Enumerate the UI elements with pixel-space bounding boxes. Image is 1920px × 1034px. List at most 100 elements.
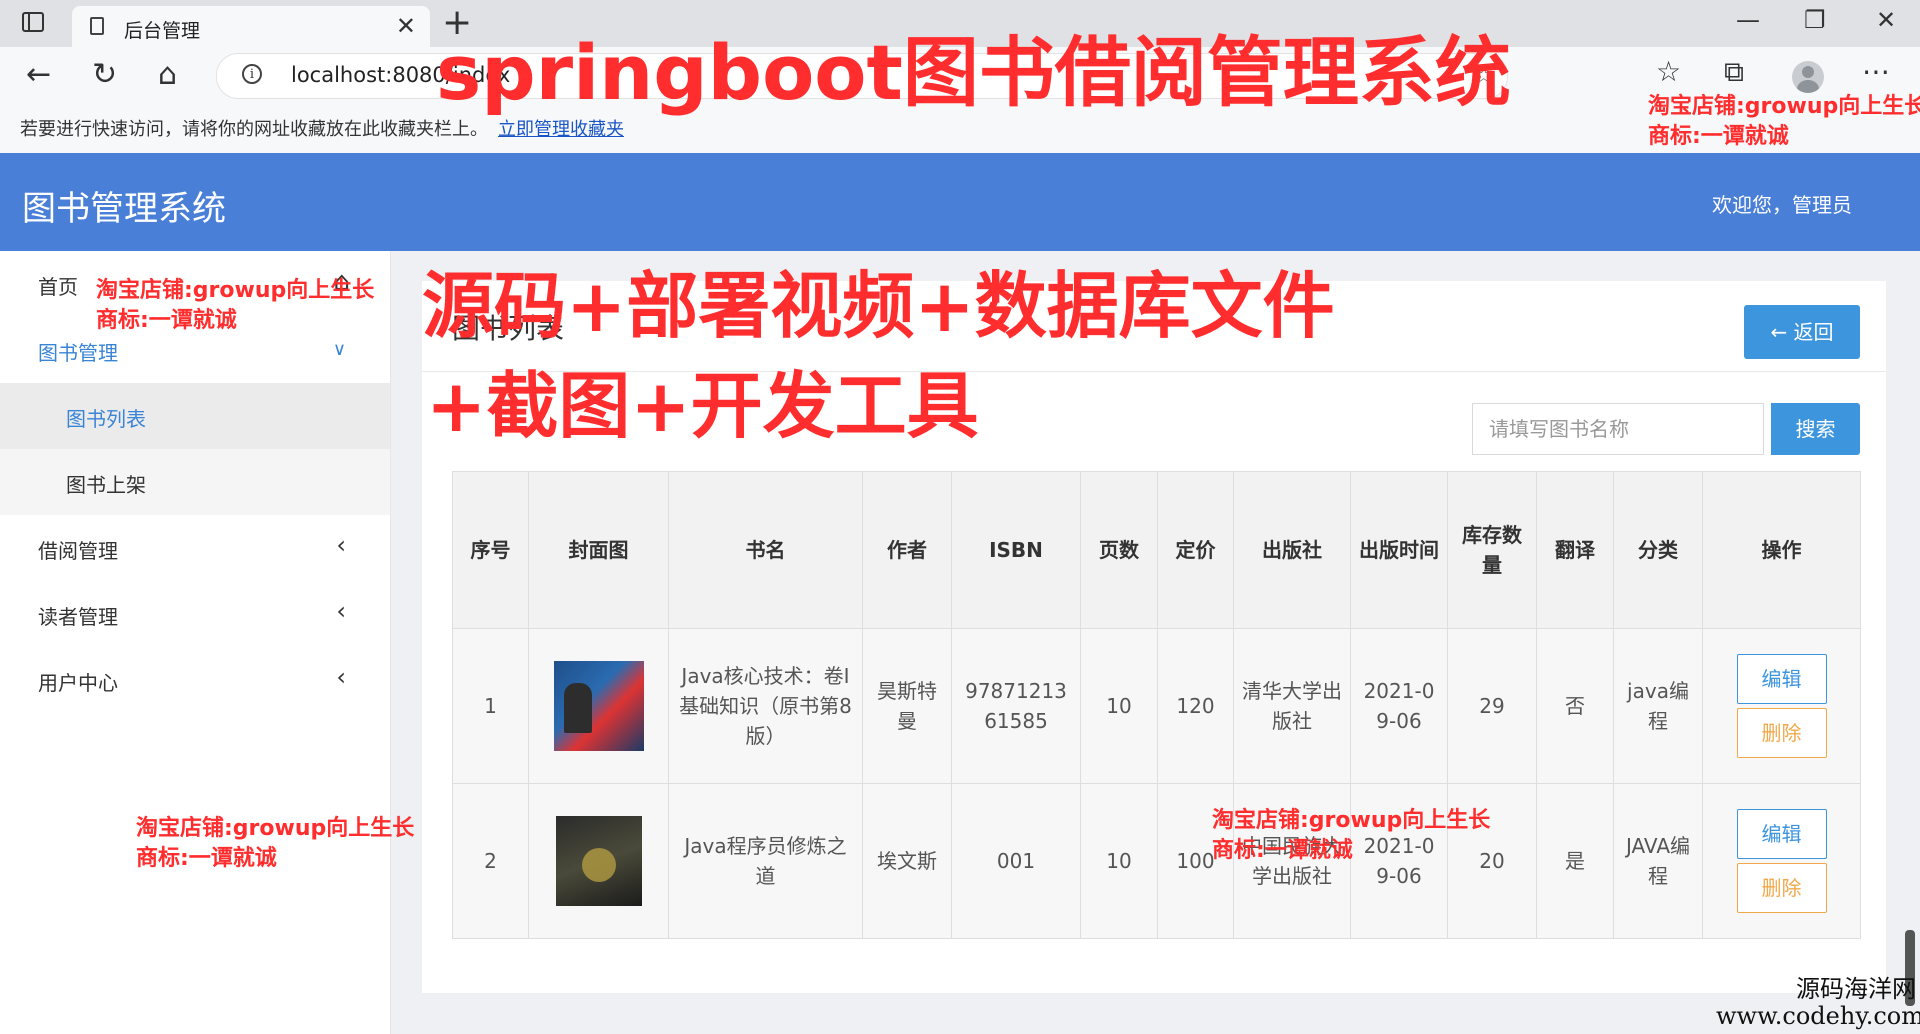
page-icon [90, 17, 104, 35]
cell-publish-date: 2021-09-06 [1350, 628, 1448, 784]
watermark-shop-text: 淘宝店铺:growup向上生长 [136, 816, 415, 841]
sidebar-item-label: 图书上架 [66, 473, 146, 497]
sidebar-item-book-list[interactable]: 图书列表 [0, 383, 390, 449]
book-name-search-input[interactable] [1472, 403, 1764, 455]
sidebar-item-borrow-management[interactable]: 借阅管理 ‹ [0, 515, 390, 581]
sidebar-item-label: 用户中心 [38, 671, 118, 695]
promo-overlay-line2: +截图+开发工具 [426, 364, 979, 448]
edit-button[interactable]: 编辑 [1736, 809, 1827, 859]
sidebar-item-user-center[interactable]: 用户中心 ‹ [0, 647, 390, 713]
close-tab-icon[interactable]: ✕ [396, 12, 416, 40]
delete-button[interactable]: 删除 [1736, 863, 1827, 913]
column-header: 定价 [1157, 471, 1234, 629]
column-header: 翻译 [1536, 471, 1614, 629]
sidebar-item-reader-management[interactable]: 读者管理 ‹ [0, 581, 390, 647]
app-header: 图书管理系统 欢迎您，管理员 [0, 153, 1920, 251]
favorites-icon[interactable]: ☆ [1656, 55, 1681, 88]
cell-author: 埃文斯 [862, 783, 952, 939]
cell-price: 120 [1157, 628, 1234, 784]
search-button[interactable]: 搜索 [1771, 403, 1860, 455]
cell-index: 2 [452, 783, 529, 939]
favorites-hint: 若要进行快速访问，请将你的网址收藏放在此收藏夹栏上。 [20, 119, 488, 140]
watermark-brand-text: 商标:一谭就诚 [96, 308, 237, 333]
book-table: 序号 封面图 书名 作者 ISBN 页数 定价 出版社 出版时间 库存数量 翻译… [452, 471, 1861, 939]
site-info-icon[interactable]: i [242, 64, 262, 84]
tab-title: 后台管理 [124, 20, 201, 42]
watermark-shop: 淘宝店铺:growup向上生长 商标:一谭就诚 [1212, 806, 1490, 866]
site-name: 源码海洋网 [1796, 975, 1916, 1003]
headline-overlay: springboot图书借阅管理系统 [436, 28, 1511, 117]
cell-cover [528, 628, 669, 784]
watermark-brand-text: 商标:一谭就诚 [1648, 124, 1789, 149]
watermark-shop-text: 淘宝店铺:growup向上生长 [1648, 94, 1920, 119]
watermark-shop-text: 淘宝店铺:growup向上生长 [96, 278, 375, 303]
cell-isbn: 001 [951, 783, 1081, 939]
watermark-brand-text: 商标:一谭就诚 [136, 846, 277, 871]
cell-pages: 10 [1080, 783, 1158, 939]
cell-title: Java核心技术：卷Ⅰ基础知识（原书第8版） [668, 628, 863, 784]
cell-cover [528, 783, 669, 939]
minimize-icon[interactable]: — [1736, 6, 1760, 34]
collections-icon[interactable]: ⧉ [1724, 55, 1744, 89]
sidebar-item-label: 图书管理 [38, 341, 118, 365]
watermark-shop: 淘宝店铺:growup向上生长 商标:一谭就诚 [96, 276, 374, 336]
back-icon[interactable]: ← [26, 57, 51, 92]
column-header: 分类 [1613, 471, 1703, 629]
column-header: 封面图 [528, 471, 669, 629]
table-header-row: 序号 封面图 书名 作者 ISBN 页数 定价 出版社 出版时间 库存数量 翻译… [452, 471, 1861, 629]
browser-tab[interactable]: 后台管理 ✕ [72, 6, 430, 47]
cell-stock: 29 [1447, 628, 1537, 784]
edit-button[interactable]: 编辑 [1736, 654, 1827, 704]
book-cover-image [553, 661, 644, 751]
cell-category: JAVA编程 [1613, 783, 1703, 939]
tab-actions-icon[interactable] [22, 12, 44, 32]
column-header: 书名 [668, 471, 863, 629]
sidebar-item-label: 图书列表 [66, 407, 146, 431]
more-icon[interactable]: ⋯ [1862, 55, 1890, 88]
column-header: 作者 [862, 471, 952, 629]
watermark-brand-text: 商标:一谭就诚 [1212, 838, 1353, 863]
sidebar-item-add-book[interactable]: 图书上架 [0, 449, 390, 515]
column-header: 出版社 [1233, 471, 1351, 629]
column-header: 序号 [452, 471, 529, 629]
welcome-text: 欢迎您，管理员 [1712, 193, 1852, 217]
cell-title: Java程序员修炼之道 [668, 783, 863, 939]
chevron-left-icon: ‹ [336, 531, 346, 559]
chevron-left-icon: ‹ [336, 663, 346, 691]
site-url: www.codehy.com [1716, 1002, 1920, 1030]
column-header: 操作 [1702, 471, 1861, 629]
column-header: 页数 [1080, 471, 1158, 629]
table-row: 1 Java核心技术：卷Ⅰ基础知识（原书第8版） 昊斯特曼 9787121361… [452, 628, 1861, 784]
app-title: 图书管理系统 [22, 189, 226, 229]
delete-button[interactable]: 删除 [1736, 708, 1827, 758]
book-cover-image [555, 816, 642, 906]
sidebar-item-label: 首页 [38, 275, 78, 299]
cell-author: 昊斯特曼 [862, 628, 952, 784]
watermark-shop-text: 淘宝店铺:growup向上生长 [1212, 808, 1491, 833]
sidebar-item-label: 借阅管理 [38, 539, 118, 563]
chevron-left-icon: ‹ [336, 597, 346, 625]
watermark-shop: 淘宝店铺:growup向上生长 商标:一谭就诚 [136, 814, 414, 874]
cell-actions: 编辑 删除 [1702, 783, 1861, 939]
site-watermark: 源码海洋网 www.codehy.com [1716, 975, 1920, 1030]
refresh-icon[interactable]: ↻ [92, 57, 117, 92]
cell-pages: 10 [1080, 628, 1158, 784]
profile-avatar[interactable] [1792, 61, 1824, 93]
cell-category: java编程 [1613, 628, 1703, 784]
table-row: 2 Java程序员修炼之道 埃文斯 001 10 100 中国民族大学出版社 2… [452, 783, 1861, 939]
cell-actions: 编辑 删除 [1702, 628, 1861, 784]
manage-favorites-link[interactable]: 立即管理收藏夹 [498, 115, 624, 141]
close-window-icon[interactable]: ✕ [1876, 6, 1896, 34]
cell-index: 1 [452, 628, 529, 784]
cell-isbn: 9787121361585 [951, 628, 1081, 784]
maximize-icon[interactable]: ❐ [1804, 6, 1826, 34]
column-header: 库存数量 [1447, 471, 1537, 629]
promo-overlay-line1: 源码+部署视频+数据库文件 [422, 264, 1335, 348]
cell-publisher: 清华大学出版社 [1233, 628, 1351, 784]
home-icon[interactable]: ⌂ [158, 57, 177, 92]
sidebar-item-label: 读者管理 [38, 605, 118, 629]
chevron-down-icon: ∨ [332, 339, 346, 360]
cell-translated: 是 [1536, 783, 1614, 939]
back-button[interactable]: ← 返回 [1744, 305, 1860, 359]
column-header: 出版时间 [1350, 471, 1448, 629]
